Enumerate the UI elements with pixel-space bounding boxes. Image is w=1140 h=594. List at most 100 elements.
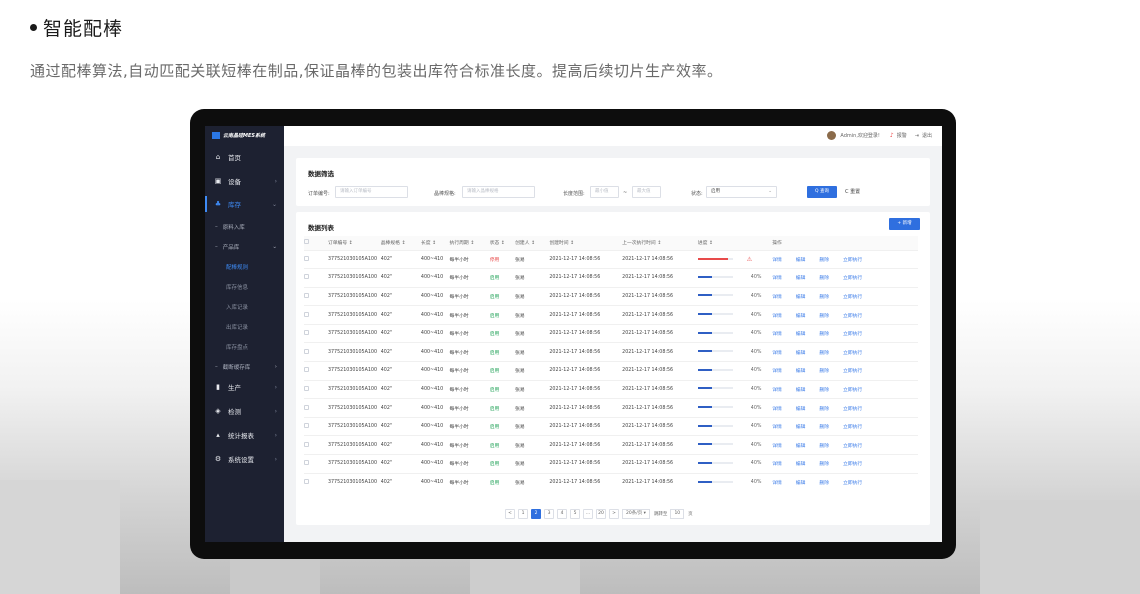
action-link-2[interactable]: 删除 xyxy=(819,425,829,430)
action-link-3[interactable]: 立即执行 xyxy=(843,258,862,263)
row-checkbox[interactable] xyxy=(304,305,328,325)
action-link-3[interactable]: 立即执行 xyxy=(843,444,862,449)
page-button[interactable]: 3 xyxy=(544,509,554,519)
action-link-3[interactable]: 立即执行 xyxy=(843,481,862,486)
row-checkbox[interactable] xyxy=(304,361,328,381)
column-header[interactable]: 长度 ↕ xyxy=(420,236,450,250)
next-page-button[interactable]: > xyxy=(609,509,619,519)
action-link-1[interactable]: 编辑 xyxy=(796,314,806,319)
action-link-1[interactable]: 编辑 xyxy=(796,425,806,430)
goto-input[interactable]: 10 xyxy=(670,509,685,519)
action-link-0[interactable]: 详情 xyxy=(772,444,782,449)
column-header[interactable]: 操作 xyxy=(772,236,918,250)
sidebar-leaf-4[interactable]: 库存盘点 xyxy=(226,339,248,355)
column-header[interactable]: 上一次执行时间 ↕ xyxy=(622,236,698,250)
action-link-0[interactable]: 详情 xyxy=(772,425,782,430)
row-checkbox[interactable] xyxy=(304,379,328,399)
action-link-2[interactable]: 删除 xyxy=(819,332,829,337)
column-header[interactable]: 晶棒规格 ↕ xyxy=(380,236,421,250)
avatar[interactable] xyxy=(827,131,837,140)
sidebar-leaf-0[interactable]: 配棒规则 xyxy=(226,259,248,275)
sidebar-leaf-2[interactable]: 入库记录 xyxy=(226,299,248,315)
action-link-3[interactable]: 立即执行 xyxy=(843,351,862,356)
logout-link[interactable]: 退出 xyxy=(922,132,932,139)
action-link-2[interactable]: 删除 xyxy=(819,407,829,412)
sidebar-sub-1[interactable]: – 产品库 ⌄ xyxy=(205,239,284,255)
status-select[interactable]: 启用 ⌄ xyxy=(706,186,777,198)
sidebar-sub-0[interactable]: – 原料入库 xyxy=(205,219,284,235)
action-link-3[interactable]: 立即执行 xyxy=(843,276,862,281)
page-size-select[interactable]: 20条/页 ▾ xyxy=(622,509,650,519)
action-link-2[interactable]: 删除 xyxy=(819,444,829,449)
action-link-1[interactable]: 编辑 xyxy=(796,388,806,393)
row-checkbox[interactable] xyxy=(304,323,328,343)
action-link-1[interactable]: 编辑 xyxy=(796,462,806,467)
action-link-0[interactable]: 详情 xyxy=(772,332,782,337)
spec-input[interactable]: 请输入晶棒规格 xyxy=(462,186,535,198)
action-link-3[interactable]: 立即执行 xyxy=(843,462,862,467)
action-link-2[interactable]: 删除 xyxy=(819,295,829,300)
action-link-0[interactable]: 详情 xyxy=(772,351,782,356)
action-link-0[interactable]: 详情 xyxy=(772,314,782,319)
reset-button[interactable]: C 重置 xyxy=(845,186,860,198)
notice-link[interactable]: 报警 xyxy=(897,132,907,139)
bell-icon[interactable]: ♪ xyxy=(890,132,894,139)
query-button[interactable]: Q 查询 xyxy=(807,186,837,198)
logout-icon[interactable]: ⇥ xyxy=(915,133,919,139)
sidebar-item-2[interactable]: ♣ 库存 ⌄ xyxy=(205,195,284,213)
action-link-0[interactable]: 详情 xyxy=(772,481,782,486)
action-link-2[interactable]: 删除 xyxy=(819,388,829,393)
action-link-1[interactable]: 编辑 xyxy=(796,369,806,374)
page-button[interactable]: 2 xyxy=(531,509,541,519)
action-link-3[interactable]: 立即执行 xyxy=(843,407,862,412)
action-link-1[interactable]: 编辑 xyxy=(796,481,806,486)
sidebar-item-4[interactable]: ◈ 检测 › xyxy=(205,402,284,420)
sidebar-leaf-3[interactable]: 出库记录 xyxy=(226,319,248,335)
column-header[interactable]: 创建人 ↕ xyxy=(515,236,550,250)
page-button[interactable]: 1 xyxy=(518,509,528,519)
action-link-1[interactable]: 编辑 xyxy=(796,351,806,356)
column-header[interactable]: 创建时间 ↕ xyxy=(549,236,623,250)
row-checkbox[interactable] xyxy=(304,249,328,269)
column-header[interactable]: 进度 ↕ xyxy=(697,236,773,250)
sidebar-leaf-1[interactable]: 库存信息 xyxy=(226,279,248,295)
action-link-2[interactable]: 删除 xyxy=(819,481,829,486)
prev-page-button[interactable]: < xyxy=(505,509,515,519)
page-button[interactable]: ... xyxy=(583,509,593,519)
action-link-0[interactable]: 详情 xyxy=(772,462,782,467)
row-checkbox[interactable] xyxy=(304,416,328,436)
action-link-1[interactable]: 编辑 xyxy=(796,444,806,449)
order-input[interactable]: 请输入订单编号 xyxy=(335,186,408,198)
action-link-1[interactable]: 编辑 xyxy=(796,276,806,281)
row-checkbox[interactable] xyxy=(304,472,328,492)
row-checkbox[interactable] xyxy=(304,286,328,306)
action-link-2[interactable]: 删除 xyxy=(819,351,829,356)
sidebar-item-0[interactable]: ⌂ 首页 xyxy=(205,148,284,166)
action-link-0[interactable]: 详情 xyxy=(772,276,782,281)
action-link-2[interactable]: 删除 xyxy=(819,369,829,374)
action-link-1[interactable]: 编辑 xyxy=(796,332,806,337)
page-button[interactable]: 4 xyxy=(557,509,567,519)
sidebar-item-6[interactable]: ⚙ 系统设置 › xyxy=(205,450,284,468)
sidebar-sub-2[interactable]: – 截断缓存库 › xyxy=(205,359,284,375)
action-link-0[interactable]: 详情 xyxy=(772,369,782,374)
column-header[interactable]: 状态 ↕ xyxy=(489,236,516,250)
action-link-2[interactable]: 删除 xyxy=(819,276,829,281)
min-input[interactable]: 最小值 xyxy=(590,186,619,198)
action-link-2[interactable]: 删除 xyxy=(819,462,829,467)
action-link-3[interactable]: 立即执行 xyxy=(843,425,862,430)
column-header[interactable]: 订单编号 ↕ xyxy=(327,236,381,250)
row-checkbox[interactable] xyxy=(304,342,328,362)
page-button[interactable]: 5 xyxy=(570,509,580,519)
action-link-2[interactable]: 删除 xyxy=(819,314,829,319)
action-link-3[interactable]: 立即执行 xyxy=(843,332,862,337)
sidebar-item-3[interactable]: ▮ 生产 › xyxy=(205,378,284,396)
sidebar-item-1[interactable]: ▣ 设备 › xyxy=(205,172,284,190)
page-button[interactable]: 20 xyxy=(596,509,606,519)
action-link-3[interactable]: 立即执行 xyxy=(843,388,862,393)
action-link-0[interactable]: 详情 xyxy=(772,258,782,263)
action-link-0[interactable]: 详情 xyxy=(772,295,782,300)
action-link-3[interactable]: 立即执行 xyxy=(843,314,862,319)
action-link-2[interactable]: 删除 xyxy=(819,258,829,263)
select-all-checkbox[interactable] xyxy=(304,236,328,250)
